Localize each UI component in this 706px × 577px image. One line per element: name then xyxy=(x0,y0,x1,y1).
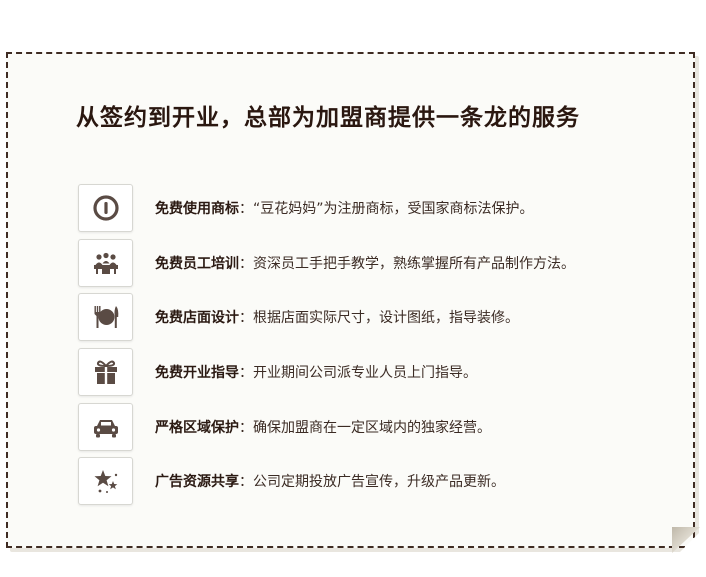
service-label: 广告资源共享 xyxy=(155,474,239,491)
service-text: 广告资源共享：公司定期投放广告宣传，升级产品更新。 xyxy=(155,471,505,491)
service-desc: 根据店面实际尺寸，设计图纸，指导装修。 xyxy=(253,310,519,327)
gift-icon xyxy=(78,348,133,397)
service-item-protection: 严格区域保护：确保加盟商在一定区域内的独家经营。 xyxy=(78,399,575,454)
service-item-opening: 免费开业指导：开业期间公司派专业人员上门指导。 xyxy=(78,345,575,400)
car-icon xyxy=(78,402,133,451)
service-text: 免费使用商标：“豆花妈妈”为注册商标，受国家商标法保护。 xyxy=(155,198,534,218)
service-item-design: 免费店面设计：根据店面实际尺寸，设计图纸，指导装修。 xyxy=(78,290,575,345)
service-item-advertising: 广告资源共享：公司定期投放广告宣传，升级产品更新。 xyxy=(78,454,575,509)
power-icon xyxy=(78,184,133,233)
dining-icon xyxy=(78,293,133,342)
service-separator: ： xyxy=(239,201,253,218)
service-text: 严格区域保护：确保加盟商在一定区域内的独家经营。 xyxy=(155,417,491,437)
service-text: 免费店面设计：根据店面实际尺寸，设计图纸，指导装修。 xyxy=(155,307,519,327)
page-title: 从签约到开业，总部为加盟商提供一条龙的服务 xyxy=(76,105,580,131)
service-item-training: 免费员工培训：资深员工手把手教学，熟练掌握所有产品制作方法。 xyxy=(78,236,575,291)
stars-icon xyxy=(78,457,133,506)
service-label: 免费员工培训 xyxy=(155,255,239,272)
service-label: 免费开业指导 xyxy=(155,365,239,382)
service-text: 免费开业指导：开业期间公司派专业人员上门指导。 xyxy=(155,362,477,382)
service-text: 免费员工培训：资深员工手把手教学，熟练掌握所有产品制作方法。 xyxy=(155,253,575,273)
service-item-trademark: 免费使用商标：“豆花妈妈”为注册商标，受国家商标法保护。 xyxy=(78,181,575,236)
service-list: 免费使用商标：“豆花妈妈”为注册商标，受国家商标法保护。 免费员工培训：资深员工… xyxy=(78,181,575,509)
team-meeting-icon xyxy=(78,238,133,287)
service-desc: “豆花妈妈”为注册商标，受国家商标法保护。 xyxy=(253,201,534,218)
service-separator: ： xyxy=(239,255,253,272)
service-desc: 确保加盟商在一定区域内的独家经营。 xyxy=(253,419,491,436)
service-label: 严格区域保护 xyxy=(155,419,239,436)
service-separator: ： xyxy=(239,419,253,436)
service-separator: ： xyxy=(239,474,253,491)
service-desc: 资深员工手把手教学，熟练掌握所有产品制作方法。 xyxy=(253,255,575,272)
service-label: 免费店面设计 xyxy=(155,310,239,327)
service-separator: ： xyxy=(239,365,253,382)
service-separator: ： xyxy=(239,310,253,327)
service-desc: 公司定期投放广告宣传，升级产品更新。 xyxy=(253,474,505,491)
service-label: 免费使用商标 xyxy=(155,201,239,218)
service-desc: 开业期间公司派专业人员上门指导。 xyxy=(253,365,477,382)
